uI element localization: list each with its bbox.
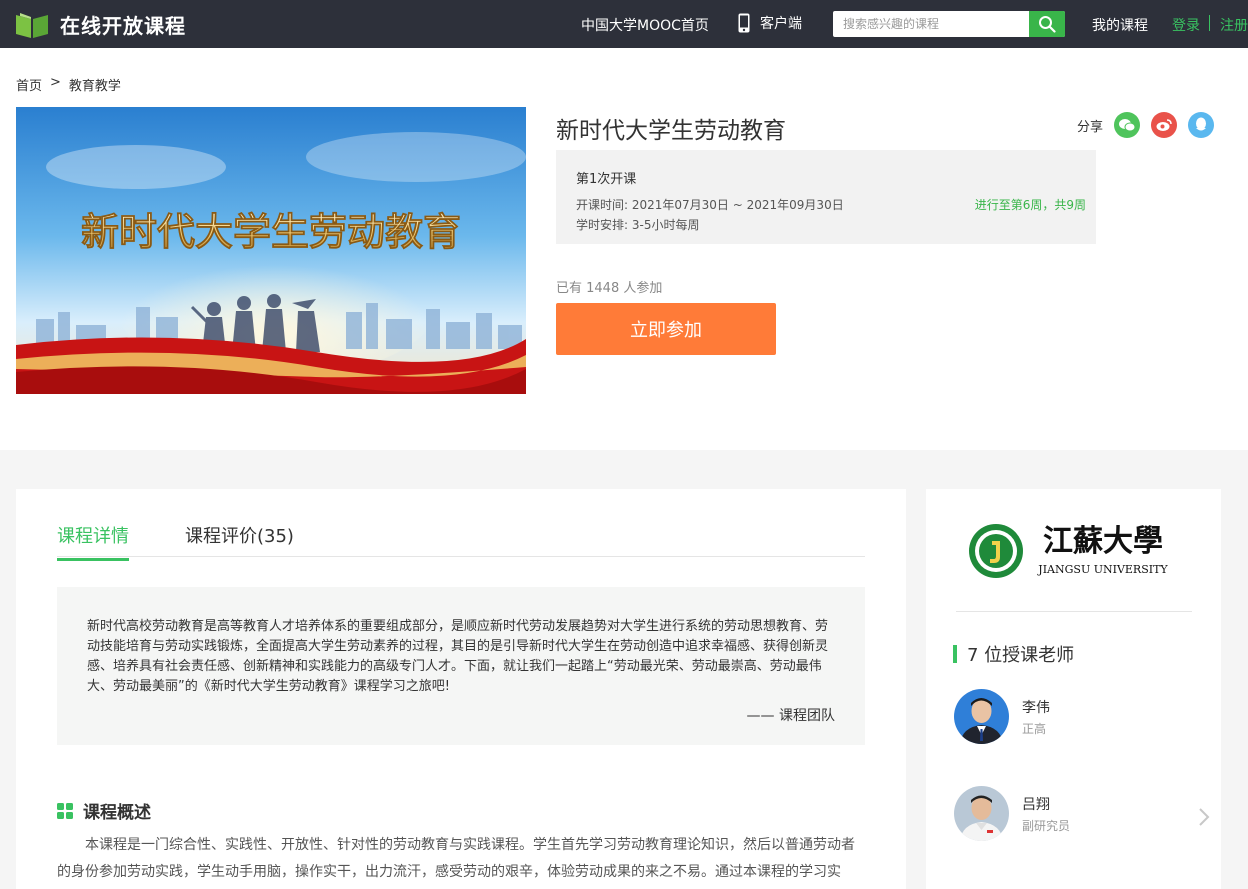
teacher-card[interactable]: 李伟 正高 (954, 689, 1050, 744)
course-intro-box: 新时代高校劳动教育是高等教育人才培养体系的重要组成部分，是顺应新时代劳动发展趋势… (57, 587, 865, 745)
teacher-avatar (954, 689, 1009, 744)
wechat-share-icon[interactable] (1114, 112, 1141, 138)
jiangsu-university-logo[interactable]: 江蘇大學 JIANGSU UNIVERSITY (968, 521, 1178, 581)
top-navigation-bar: 在线开放课程 中国大学MOOC首页 客户端 我的课程 登录 注册 (0, 0, 1248, 48)
teacher-card[interactable]: 吕翔 副研究员 (954, 786, 1070, 841)
tab-course-detail[interactable]: 课程详情 (57, 522, 129, 561)
overview-heading: 课程概述 (57, 798, 151, 823)
breadcrumb-separator: > (50, 75, 61, 90)
teacher-count-heading: 7 位授课老师 (953, 641, 1074, 667)
enroll-count: 已有 1448 人参加 (556, 281, 663, 296)
term-time: 开课时间: 2021年07月30日 ~ 2021年09月30日 (576, 198, 844, 212)
term-progress: 进行至第6周，共9周 (974, 198, 1086, 212)
school-sidebar: 江蘇大學 JIANGSU UNIVERSITY 7 位授课老师 李伟 正高 吕翔… (926, 489, 1221, 889)
mobile-phone-icon (738, 13, 750, 33)
course-title: 新时代大学生劳动教育 (556, 118, 786, 144)
login-link[interactable]: 登录 (1172, 15, 1200, 35)
cover-title-text: 新时代大学生劳动教育 (81, 210, 461, 254)
teacher-name: 吕翔 (1022, 796, 1050, 813)
mobile-app-link[interactable]: 客户端 (738, 13, 802, 33)
detail-tabs: 课程详情 课程评价(35) (57, 489, 865, 561)
site-logo[interactable]: 在线开放课程 (14, 10, 186, 39)
course-intro-text: 新时代高校劳动教育是高等教育人才培养体系的重要组成部分，是顺应新时代劳动发展趋势… (87, 619, 829, 694)
open-book-logo-icon (16, 12, 48, 38)
site-logo-text: 在线开放课程 (60, 14, 186, 38)
term-info-box: 第1次开课 开课时间: 2021年07月30日 ~ 2021年09月30日 学时… (556, 150, 1096, 244)
share-label: 分享 (1077, 119, 1104, 135)
search-icon (1039, 16, 1056, 33)
breadcrumb-category[interactable]: 教育教学 (69, 75, 121, 94)
qq-share-icon[interactable] (1188, 112, 1215, 138)
tab-course-review[interactable]: 课程评价(35) (185, 522, 294, 558)
breadcrumb: 首页 > 教育教学 (16, 75, 121, 94)
nav-divider (1209, 15, 1210, 31)
sidebar-divider (956, 611, 1192, 612)
join-course-button[interactable]: 立即参加 (556, 303, 776, 355)
mooc-home-link[interactable]: 中国大学MOOC首页 (581, 15, 709, 35)
teacher-name: 李伟 (1022, 699, 1050, 716)
teacher-title: 副研究员 (1022, 818, 1071, 833)
teacher-title: 正高 (1022, 721, 1047, 736)
course-detail-card: 课程详情 课程评价(35) 新时代高校劳动教育是高等教育人才培养体系的重要组成部… (16, 489, 906, 889)
teacher-count-text: 7 位授课老师 (967, 645, 1075, 666)
search-input[interactable] (833, 11, 1029, 37)
teacher-avatar (954, 786, 1009, 841)
teacher-info: 吕翔 副研究员 (1022, 794, 1070, 834)
breadcrumb-home[interactable]: 首页 (16, 75, 42, 94)
term-hours: 学时安排: 3-5小时每周 (576, 218, 700, 232)
course-search (833, 11, 1065, 37)
share-bar: 分享 (1077, 112, 1215, 138)
course-cover-image: 新时代大学生劳动教育 (16, 107, 526, 394)
overview-heading-text: 课程概述 (83, 803, 151, 823)
chevron-right-icon[interactable] (1198, 807, 1210, 827)
register-link[interactable]: 注册 (1220, 15, 1248, 35)
overview-text: 本课程是一门综合性、实践性、开放性、针对性的劳动教育与实践课程。学生首先学习劳动… (57, 837, 855, 880)
term-name: 第1次开课 (576, 172, 637, 187)
grid-icon (57, 802, 73, 819)
school-name-en: JIANGSU UNIVERSITY (1037, 563, 1168, 576)
course-intro-signature: —— 课程团队 (746, 708, 835, 724)
mobile-app-label: 客户端 (760, 16, 802, 32)
school-name-cn: 江蘇大學 (1043, 524, 1163, 559)
search-button[interactable] (1029, 11, 1065, 37)
teacher-info: 李伟 正高 (1022, 697, 1050, 737)
heading-accent-bar (953, 645, 957, 663)
weibo-share-icon[interactable] (1151, 112, 1178, 138)
my-courses-link[interactable]: 我的课程 (1092, 15, 1148, 35)
course-cover-illustration: 新时代大学生劳动教育 (16, 107, 526, 394)
course-header: 首页 > 教育教学 新时代大学生劳动教育 新时代大学生劳动教育 分享 第1次开课… (0, 48, 1248, 450)
